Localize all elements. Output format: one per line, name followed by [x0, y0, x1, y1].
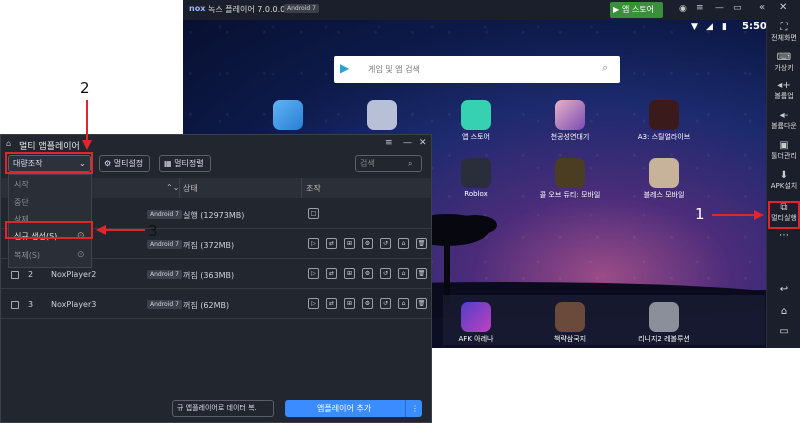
annotation-arrows: [82, 100, 764, 235]
